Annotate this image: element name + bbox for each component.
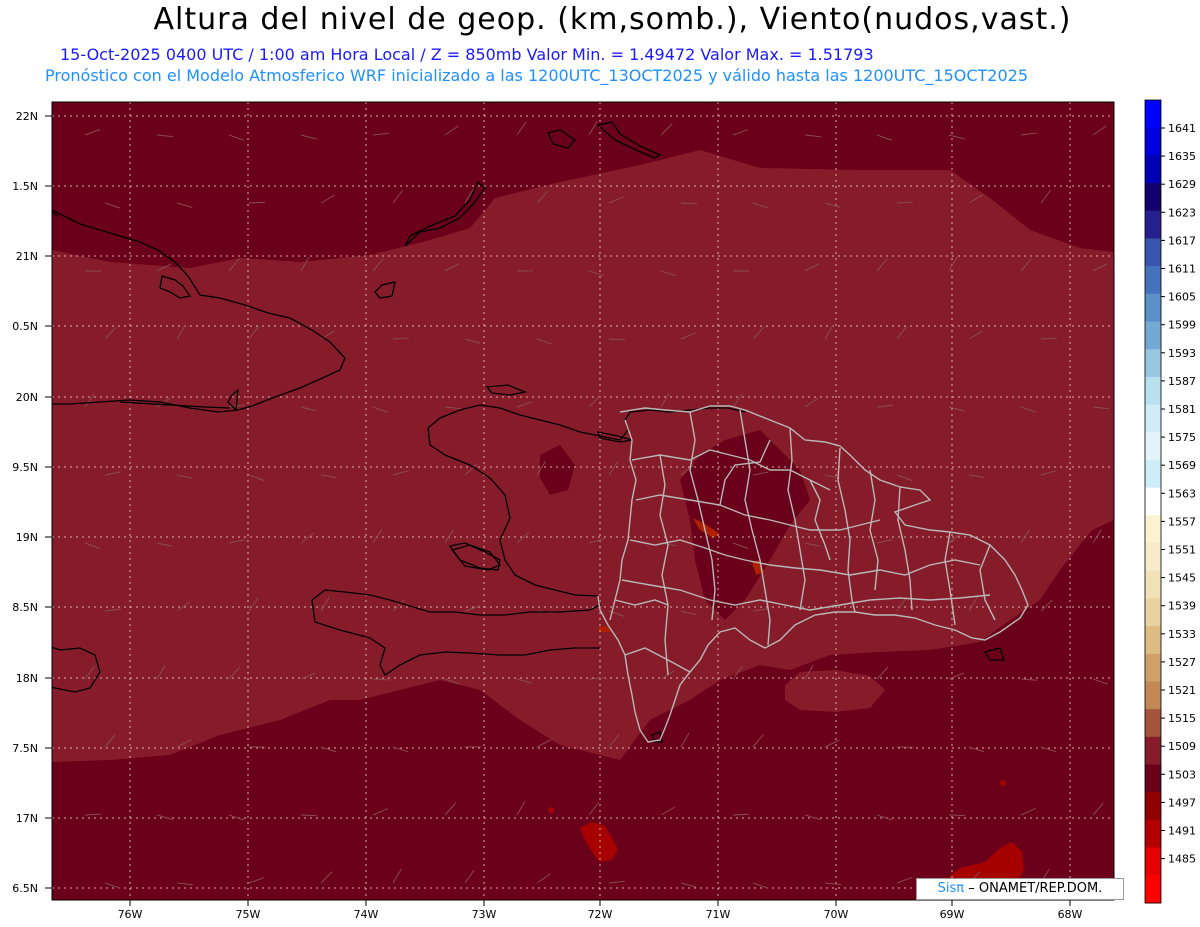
latitude-tick-label: 1.5N	[12, 180, 38, 193]
colorbar-segment	[1145, 127, 1161, 156]
colorbar-label: 1515	[1168, 712, 1196, 725]
colorbar-segment	[1145, 543, 1161, 572]
colorbar-segment	[1145, 376, 1161, 406]
colorbar-segment	[1145, 736, 1161, 766]
colorbar-label: 1617	[1168, 234, 1196, 247]
colorbar-label: 1503	[1168, 768, 1196, 781]
longitude-tick-label: 70W	[824, 908, 849, 921]
colorbar-segment	[1145, 183, 1161, 212]
low-value-spot	[548, 807, 554, 813]
colorbar-segment	[1145, 709, 1161, 738]
longitude-tick-label: 71W	[706, 908, 731, 921]
colorbar-label: 1509	[1168, 740, 1196, 753]
longitude-labels: 76W 75W 74W 73W 72W 71W 70W 69W 68W	[118, 900, 1083, 921]
colorbar-segment	[1145, 598, 1161, 627]
map-area	[52, 102, 1114, 900]
colorbar-label: 1551	[1168, 544, 1196, 557]
longitude-tick-label: 72W	[588, 908, 613, 921]
colorbar-segment	[1145, 570, 1161, 599]
colorbar-label: 1587	[1168, 375, 1196, 388]
latitude-tick-label: 20N	[16, 391, 38, 404]
longitude-tick-label: 68W	[1058, 908, 1083, 921]
longitude-tick-label: 75W	[236, 908, 261, 921]
colorbar-segment	[1145, 875, 1161, 904]
colorbar-label: 1491	[1168, 825, 1196, 838]
low-value-spot	[1000, 780, 1006, 786]
colorbar-label: 1563	[1168, 487, 1196, 500]
latitude-tick-label: 9.5N	[12, 461, 38, 474]
latitude-tick-label: 6.5N	[12, 882, 38, 895]
latitude-tick-label: 18N	[16, 672, 38, 685]
colorbar-label: 1599	[1168, 319, 1196, 332]
colorbar-label: 1497	[1168, 796, 1196, 809]
colorbar-segment	[1145, 210, 1161, 239]
colorbar-segment	[1145, 681, 1161, 710]
colorbar-segment	[1145, 626, 1161, 655]
map-figure: 22N 1.5N 21N 0.5N 20N 9.5N 19N 8.5N 18N 7.5N 17N 6.…	[12, 99, 1196, 921]
colorbar-label: 1545	[1168, 572, 1196, 585]
colorbar-label: 1611	[1168, 263, 1196, 276]
colorbar: 1641 1635 1629 1623 1617 1611 1605 1599 1593 1587…	[1144, 99, 1196, 904]
onamet-credit: – ONAMET/REP.DOM.	[968, 881, 1103, 896]
colorbar-segment	[1145, 349, 1161, 378]
colorbar-label: 1635	[1168, 150, 1196, 163]
colorbar-label: 1527	[1168, 656, 1196, 669]
latitude-labels: 22N 1.5N 21N 0.5N 20N 9.5N 19N 8.5N 18N 7.5N 17N 6.…	[12, 110, 52, 895]
colorbar-label: 1539	[1168, 600, 1196, 613]
longitude-tick-label: 69W	[940, 908, 965, 921]
light-contour-region	[785, 670, 885, 712]
colorbar-segment	[1145, 432, 1161, 461]
colorbar-label: 1641	[1168, 122, 1196, 135]
colorbar-label: 1557	[1168, 515, 1196, 528]
wind-barb	[732, 813, 750, 816]
longitude-tick-label: 74W	[354, 908, 379, 921]
colorbar-segment	[1145, 792, 1161, 821]
colorbar-label: 1533	[1168, 628, 1196, 641]
colorbar-label: 1629	[1168, 178, 1196, 191]
colorbar-segment	[1145, 847, 1161, 876]
latitude-tick-label: 0.5N	[12, 320, 38, 333]
wind-barb	[948, 814, 966, 817]
colorbar-label: 1581	[1168, 403, 1196, 416]
latitude-tick-label: 22N	[16, 110, 38, 123]
latitude-tick-label: 19N	[16, 531, 38, 544]
colorbar-label: 1605	[1168, 291, 1196, 304]
colorbar-segment	[1145, 404, 1161, 433]
latitude-tick-label: 21N	[16, 250, 38, 263]
colorbar-label: 1485	[1168, 853, 1196, 866]
colorbar-label: 1569	[1168, 459, 1196, 472]
colorbar-label: 1593	[1168, 347, 1196, 360]
colorbar-segment	[1145, 819, 1161, 849]
colorbar-segment	[1145, 266, 1161, 295]
latitude-tick-label: 7.5N	[12, 742, 38, 755]
colorbar-segment	[1145, 100, 1161, 129]
colorbar-segment	[1145, 515, 1161, 544]
colorbar-segment	[1145, 293, 1161, 323]
longitude-tick-label: 73W	[472, 908, 497, 921]
colorbar-label: 1521	[1168, 684, 1196, 697]
colorbar-segment	[1145, 238, 1161, 267]
colorbar-segment	[1145, 653, 1161, 682]
credit-box: Sisπ – ONAMET/REP.DOM.	[916, 878, 1124, 900]
latitude-tick-label: 17N	[16, 812, 38, 825]
colorbar-segment	[1145, 459, 1161, 489]
colorbar-segment	[1145, 321, 1161, 350]
colorbar-label: 1623	[1168, 206, 1196, 219]
colorbar-label: 1575	[1168, 431, 1196, 444]
latitude-tick-label: 8.5N	[12, 601, 38, 614]
colorbar-segment	[1145, 764, 1161, 793]
sispi-logo-text: Sisπ	[937, 881, 965, 896]
colorbar-segment	[1145, 155, 1161, 184]
longitude-tick-label: 76W	[118, 908, 143, 921]
colorbar-segment	[1145, 487, 1161, 516]
